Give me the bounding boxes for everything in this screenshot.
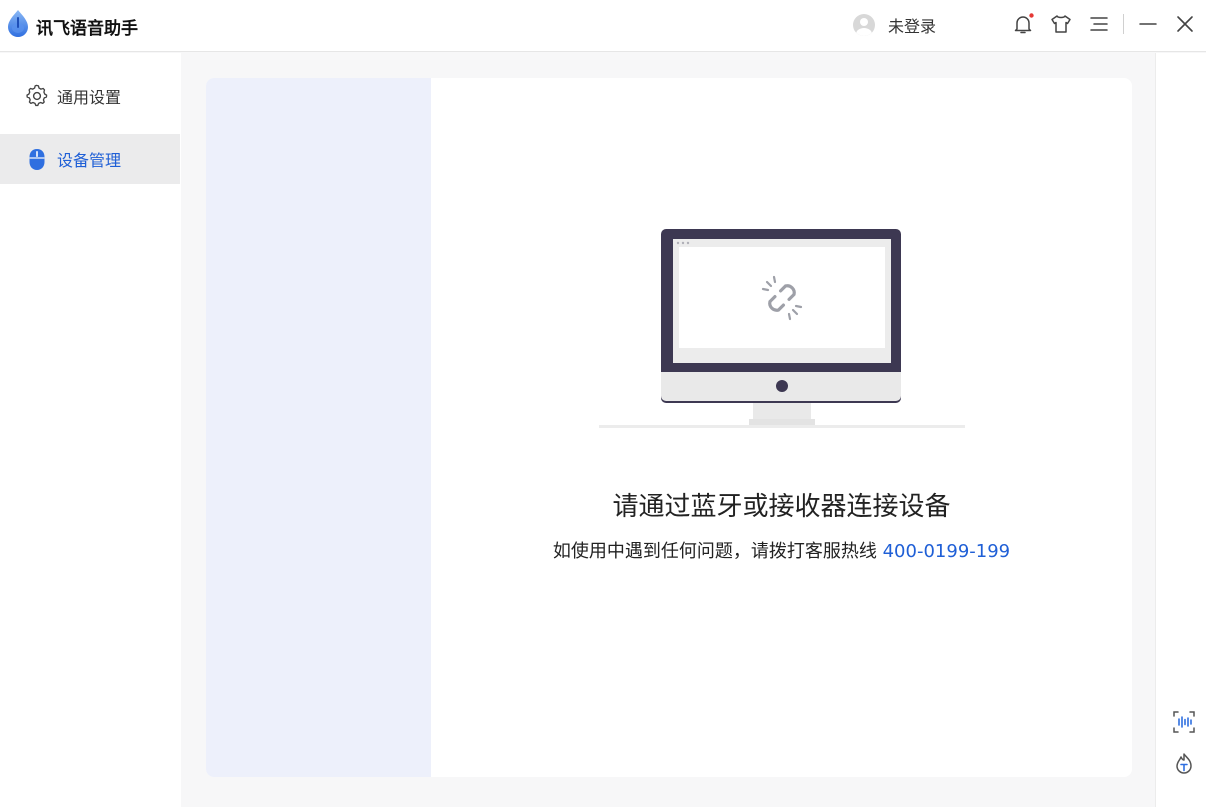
titlebar-divider (1123, 14, 1124, 34)
sidebar-item-label: 通用设置 (57, 88, 122, 107)
minimize-icon[interactable] (1137, 13, 1159, 35)
empty-state-title: 请通过蓝牙或接收器连接设备 (612, 492, 951, 522)
translate-flame-icon[interactable] (1172, 752, 1196, 776)
sidebar-item-general-settings[interactable]: 通用设置 (0, 71, 180, 121)
device-list (206, 78, 431, 777)
empty-state-subtitle: 如使用中遇到任何问题，请拨打客服热线 400-0199-199 (431, 537, 1132, 563)
support-text: 如使用中遇到任何问题，请拨打客服热线 (552, 541, 877, 562)
gear-icon (25, 84, 49, 108)
voice-wave-icon[interactable] (1172, 710, 1196, 734)
login-button[interactable]: 未登录 (853, 12, 936, 38)
device-panel: 请通过蓝牙或接收器连接设备 如使用中遇到任何问题，请拨打客服热线 400-019… (206, 78, 1132, 777)
hotline-link[interactable]: 400-0199-199 (883, 541, 1011, 562)
app-window: 讯飞语音助手 未登录 通用设置 设备管理 请通过蓝牙或接收器连接设备 如使用中遇… (0, 0, 1206, 807)
notification-dot (1029, 13, 1034, 18)
sidebar: 通用设置 设备管理 (0, 53, 181, 807)
title-bar: 讯飞语音助手 未登录 (0, 0, 1206, 52)
bell-icon[interactable] (1012, 13, 1034, 35)
sidebar-item-device-management[interactable]: 设备管理 (0, 134, 180, 184)
mouse-icon (25, 147, 49, 171)
empty-state: 请通过蓝牙或接收器连接设备 如使用中遇到任何问题，请拨打客服热线 400-019… (431, 78, 1132, 777)
avatar (853, 14, 875, 36)
app-title: 讯飞语音助手 (36, 19, 138, 39)
menu-icon[interactable] (1088, 13, 1110, 35)
right-rail (1155, 53, 1206, 807)
sidebar-item-label: 设备管理 (57, 151, 122, 170)
app-logo-icon (8, 10, 28, 37)
disconnected-monitor-icon (599, 229, 965, 428)
login-status-label: 未登录 (888, 17, 937, 36)
close-icon[interactable] (1174, 13, 1196, 35)
shirt-icon[interactable] (1050, 13, 1072, 35)
